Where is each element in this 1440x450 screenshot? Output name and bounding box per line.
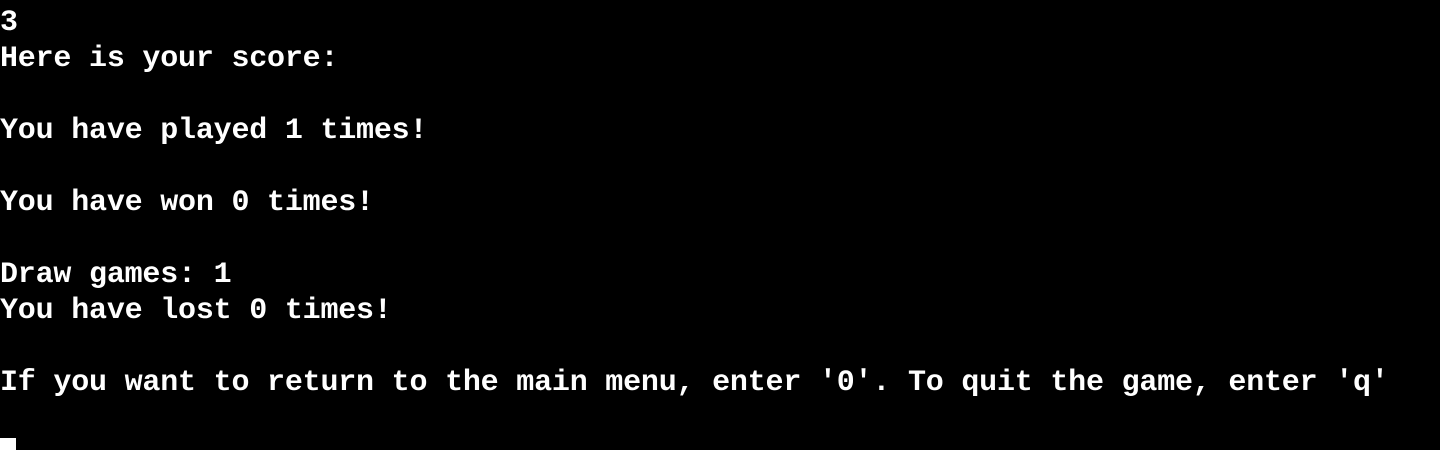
games-lost-text: You have lost 0 times!	[0, 294, 392, 328]
text-cursor[interactable]	[0, 438, 16, 450]
user-input-echo: 3	[0, 6, 18, 40]
score-heading: Here is your score:	[0, 42, 339, 76]
games-won-text: You have won 0 times!	[0, 186, 374, 220]
draw-games-text: Draw games: 1	[0, 258, 232, 292]
terminal-window[interactable]: 3 Here is your score: You have played 1 …	[0, 0, 1440, 450]
menu-instructions-prompt: If you want to return to the main menu, …	[0, 366, 1389, 400]
games-played-text: You have played 1 times!	[0, 114, 428, 148]
